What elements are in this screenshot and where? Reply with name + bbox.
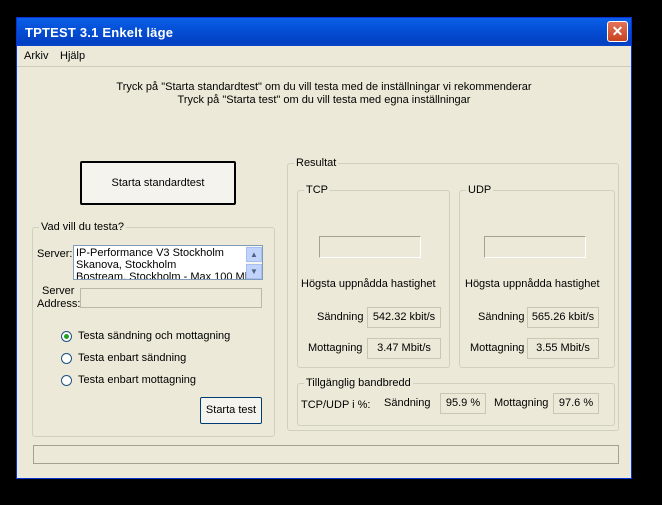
tcp-send-label: Sändning	[317, 311, 364, 323]
scroll-up-icon[interactable]: ▲	[246, 247, 262, 262]
server-option[interactable]: IP-Performance V3 Stockholm	[76, 247, 224, 259]
close-icon: ✕	[611, 23, 624, 39]
status-bar	[33, 445, 619, 464]
bandwidth-receive-label: Mottagning	[494, 397, 549, 409]
bandwidth-receive-value: 97.6 %	[553, 393, 599, 414]
test-settings-title: Vad vill du testa?	[39, 221, 126, 233]
menu-bar: Arkiv Hjälp	[17, 46, 631, 67]
radio-send-and-receive[interactable]	[61, 331, 72, 342]
results-title: Resultat	[294, 157, 339, 169]
start-standard-test-button[interactable]: Starta standardtest	[80, 161, 236, 205]
scroll-down-icon[interactable]: ▼	[246, 264, 262, 279]
radio-send-and-receive-label[interactable]: Testa sändning och mottagning	[78, 330, 230, 342]
radio-send-only[interactable]	[61, 353, 72, 364]
udp-receive-value: 3.55 Mbit/s	[527, 338, 599, 359]
app-window: TPTEST 3.1 Enkelt läge ✕ Arkiv Hjälp Try…	[16, 17, 632, 479]
bandwidth-group: Tillgänglig bandbredd TCP/UDP i %: Sändn…	[297, 377, 615, 426]
server-address-label-1: Server	[42, 285, 75, 297]
udp-group: UDP Högsta uppnådda hastighet Sändning 5…	[459, 184, 615, 368]
test-settings-group: Vad vill du testa? Server: IP-Performanc…	[32, 221, 275, 437]
server-label: Server:	[37, 248, 73, 260]
bandwidth-send-label: Sändning	[384, 397, 431, 409]
udp-send-label: Sändning	[478, 311, 525, 323]
radio-selected-dot	[64, 334, 69, 339]
menu-arkiv[interactable]: Arkiv	[24, 50, 48, 62]
radio-receive-only-label[interactable]: Testa enbart mottagning	[78, 374, 196, 386]
udp-highest-label: Högsta uppnådda hastighet	[465, 278, 600, 290]
udp-progress-box	[484, 236, 586, 258]
results-group: Resultat TCP Högsta uppnådda hastighet S…	[287, 157, 619, 431]
radio-receive-only[interactable]	[61, 375, 72, 386]
start-test-button[interactable]: Starta test	[200, 397, 262, 424]
server-option[interactable]: Skanova, Stockholm	[76, 259, 176, 271]
menu-hjalp[interactable]: Hjälp	[60, 50, 85, 62]
radio-send-only-label[interactable]: Testa enbart sändning	[78, 352, 186, 364]
udp-title: UDP	[466, 184, 494, 196]
window-title: TPTEST 3.1 Enkelt läge	[25, 25, 174, 40]
server-option[interactable]: Bostream, Stockholm - Max 100 Mbit	[76, 271, 256, 279]
server-listbox[interactable]: IP-Performance V3 Stockholm Skanova, Sto…	[73, 245, 263, 280]
udp-send-value: 565.26 kbit/s	[527, 307, 599, 328]
close-button[interactable]: ✕	[607, 21, 628, 42]
server-list-scrollbar[interactable]: ▲ ▼	[246, 246, 262, 279]
bandwidth-send-value: 95.9 %	[440, 393, 486, 414]
udp-receive-label: Mottagning	[470, 342, 525, 354]
tcp-receive-value: 3.47 Mbit/s	[367, 338, 441, 359]
title-bar[interactable]: TPTEST 3.1 Enkelt läge ✕	[17, 18, 631, 46]
tcp-send-value: 542.32 kbit/s	[367, 307, 441, 328]
tcp-progress-box	[319, 236, 421, 258]
instruction-line-2: Tryck på "Starta test" om du vill testa …	[177, 94, 471, 106]
server-address-label-2: Address:	[37, 298, 81, 310]
tcp-receive-label: Mottagning	[308, 342, 363, 354]
tcp-group: TCP Högsta uppnådda hastighet Sändning 5…	[297, 184, 450, 368]
bandwidth-title: Tillgänglig bandbredd	[304, 377, 413, 389]
tcp-title: TCP	[304, 184, 330, 196]
server-address-input[interactable]	[80, 288, 262, 308]
tcp-highest-label: Högsta uppnådda hastighet	[301, 278, 436, 290]
instruction-line-1: Tryck på "Starta standardtest" om du vil…	[116, 81, 532, 93]
bandwidth-ratio-label: TCP/UDP i %:	[301, 399, 371, 411]
